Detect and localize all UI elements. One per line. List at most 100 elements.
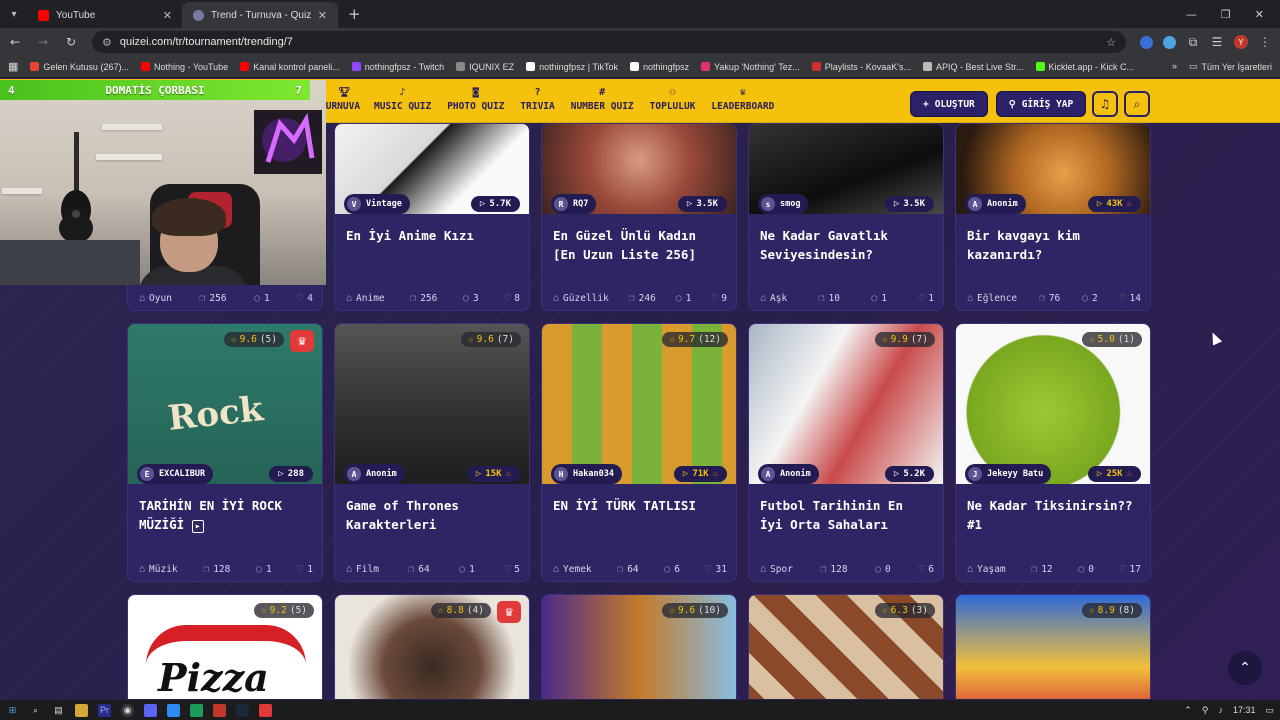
- quiz-card[interactable]: ☆ 9.6 (7) A Anonim ▷ 15K ♨ Game of Thron…: [334, 323, 530, 582]
- quiz-card[interactable]: ☆ 9.6 (5) ♛ Rock E EXCALIBUR ▷ 288 TARİHİN…: [127, 323, 323, 582]
- bookmark-star-icon[interactable]: ☆: [1106, 36, 1116, 49]
- tray-chevron-icon[interactable]: ⌃: [1184, 705, 1192, 716]
- quiz-title[interactable]: Game of Thrones Karakterleri: [346, 496, 518, 534]
- restore-icon[interactable]: ❐: [1221, 8, 1231, 21]
- quiz-card[interactable]: ☆ 9.2 (5) Pizza: [127, 594, 323, 699]
- likes-count[interactable]: ♡ 17: [1119, 564, 1140, 575]
- quiz-card[interactable]: ☆ 9.7 (12) H Hakan034 ▷ 71K ♨ EN İYİ TÜR…: [541, 323, 737, 582]
- likes-count[interactable]: ♡ 14: [1119, 293, 1140, 304]
- quiz-title[interactable]: Futbol Tarihinin En İyi Orta Sahaları: [760, 496, 932, 534]
- search-icon[interactable]: ⌕: [1124, 91, 1150, 117]
- quiz-title[interactable]: TARİHİN EN İYİ ROCK MÜZİĞİ ▸: [139, 496, 311, 536]
- category-tag[interactable]: ⌂ Yemek: [553, 564, 592, 575]
- category-tag[interactable]: ⌂ Eğlence: [967, 293, 1017, 304]
- author-chip[interactable]: E EXCALIBUR: [137, 464, 214, 484]
- task-view-icon[interactable]: ▤: [52, 704, 65, 717]
- author-chip[interactable]: J Jekeyy Batu: [965, 464, 1052, 484]
- quiz-title[interactable]: En Güzel Ünlü Kadın [En Uzun Liste 256]: [553, 226, 725, 264]
- category-tag[interactable]: ⌂ Film: [346, 564, 379, 575]
- nav-link-photo-quiz[interactable]: ◙ PHOTO QUIZ: [439, 87, 512, 112]
- quiz-card[interactable]: s smog ▷ 3.5K Ne Kadar Gavatlık Seviyesi…: [748, 123, 944, 311]
- bookmark-item[interactable]: Playlists - KovaaK's...: [811, 62, 911, 72]
- author-chip[interactable]: R RQ7: [551, 194, 597, 214]
- notifications-bell-icon[interactable]: ♫: [1092, 91, 1118, 117]
- bookmark-item[interactable]: Kicklet.app - Kick C...: [1035, 62, 1134, 72]
- app-icon[interactable]: [190, 703, 203, 717]
- likes-count[interactable]: ♡ 1: [918, 293, 934, 304]
- category-tag[interactable]: ⌂ Spor: [760, 564, 793, 575]
- quiz-title[interactable]: EN İYİ TÜRK TATLISI: [553, 496, 725, 515]
- quiz-title[interactable]: Bir kavgayı kim kazanırdı?: [967, 226, 1139, 264]
- extension-icon[interactable]: [1163, 35, 1176, 49]
- more-bookmarks-icon[interactable]: »: [1172, 61, 1177, 72]
- create-button[interactable]: + OLUŞTUR: [910, 91, 988, 117]
- category-tag[interactable]: ⌂ Müzik: [139, 564, 178, 575]
- bookmark-item[interactable]: Yakup 'Nothing' Tez...: [701, 62, 800, 72]
- reload-icon[interactable]: ↻: [64, 35, 78, 49]
- file-explorer-icon[interactable]: [75, 703, 88, 717]
- author-chip[interactable]: A Anonim: [344, 464, 405, 484]
- nav-link-number-quiz[interactable]: # NUMBER QUIZ: [563, 87, 642, 112]
- bookmark-item[interactable]: IQUNIX EZ: [456, 62, 514, 72]
- nav-link-trivia[interactable]: ? TRIVIA: [512, 87, 562, 112]
- likes-count[interactable]: ♡ 4: [297, 293, 313, 304]
- category-tag[interactable]: ⌂ Anime: [346, 293, 385, 304]
- login-button[interactable]: ⚲ GİRİŞ YAP: [995, 91, 1087, 117]
- clock[interactable]: 17:31: [1233, 705, 1256, 715]
- author-chip[interactable]: s smog: [758, 194, 809, 214]
- quiz-card[interactable]: ☆ 8.9 (8): [955, 594, 1151, 699]
- network-icon[interactable]: ⚲: [1202, 705, 1209, 716]
- bookmark-item[interactable]: Nothing - YouTube: [140, 62, 228, 72]
- back-icon[interactable]: ←: [8, 35, 22, 49]
- close-tab-icon[interactable]: ✕: [163, 9, 172, 22]
- quiz-card[interactable]: A Anonim ▷ 43K ♨ Bir kavgayı kim kazanır…: [955, 123, 1151, 311]
- category-tag[interactable]: ⌂ Güzellik: [553, 293, 609, 304]
- quiz-title[interactable]: Ne Kadar Gavatlık Seviyesindesin?: [760, 226, 932, 264]
- forward-icon[interactable]: →: [36, 35, 50, 49]
- steam-icon[interactable]: [236, 703, 249, 717]
- author-chip[interactable]: V Vintage: [344, 194, 410, 214]
- nav-link-leaderboard[interactable]: ♛ LEADERBOARD: [703, 87, 782, 112]
- likes-count[interactable]: ♡ 1: [297, 564, 313, 575]
- browser-tab-quizei[interactable]: Trend - Turnuva - Quizei ✕: [183, 2, 338, 28]
- windows-start-icon[interactable]: ⊞: [6, 704, 19, 717]
- close-tab-icon[interactable]: ✕: [318, 9, 327, 22]
- author-chip[interactable]: A Anonim: [758, 464, 819, 484]
- quiz-card[interactable]: ☆ 9.9 (7) A Anonim ▷ 5.2K Futbol Tarihin…: [748, 323, 944, 582]
- likes-count[interactable]: ♡ 31: [705, 564, 726, 575]
- volume-icon[interactable]: ♪: [1218, 705, 1223, 715]
- quiz-card[interactable]: V Vintage ▷ 5.7K En İyi Anime Kızı ⌂ Anim…: [334, 123, 530, 311]
- author-chip[interactable]: H Hakan034: [551, 464, 622, 484]
- likes-count[interactable]: ♡ 5: [504, 564, 520, 575]
- app-icon[interactable]: [213, 703, 226, 717]
- profile-avatar[interactable]: Y: [1234, 35, 1248, 49]
- all-bookmarks-folder[interactable]: ▭ Tüm Yer İşaretleri: [1189, 61, 1272, 72]
- new-tab-icon[interactable]: +: [348, 5, 361, 23]
- nav-link-music-quiz[interactable]: ♪ MUSIC QUIZ: [366, 87, 439, 112]
- category-tag[interactable]: ⌂ Oyun: [139, 293, 172, 304]
- puzzle-extensions-icon[interactable]: ⧉: [1186, 35, 1200, 50]
- bookmark-item[interactable]: Gelen Kutusu (267)...: [30, 62, 129, 72]
- tab-search-icon[interactable]: ▾: [0, 0, 28, 28]
- quiz-card[interactable]: ☆ 9.6 (10): [541, 594, 737, 699]
- bookmark-item[interactable]: nothingfpsz: [630, 62, 689, 72]
- discord-icon[interactable]: [144, 703, 157, 717]
- address-bar[interactable]: ⚙ quizei.com/tr/tournament/trending/7 ☆: [92, 31, 1126, 53]
- quiz-card[interactable]: ☆ 6.3 (3): [748, 594, 944, 699]
- tab-list-icon[interactable]: ☰: [1210, 35, 1224, 49]
- minimize-icon[interactable]: —: [1186, 8, 1197, 21]
- search-icon[interactable]: ⌕: [29, 704, 42, 717]
- chrome-icon[interactable]: ◉: [121, 703, 134, 717]
- app-icon[interactable]: [167, 703, 180, 717]
- bookmark-item[interactable]: APIQ - Best Live Str...: [923, 62, 1024, 72]
- apps-grid-icon[interactable]: ▦: [8, 60, 18, 73]
- more-menu-icon[interactable]: ⋮: [1258, 35, 1272, 49]
- bookmark-item[interactable]: Kanal kontrol paneli...: [240, 62, 340, 72]
- quiz-title[interactable]: Ne Kadar Tiksinirsin?? #1: [967, 496, 1139, 534]
- category-tag[interactable]: ⌂ Aşk: [760, 293, 787, 304]
- nav-link-topluluk[interactable]: ⚇ TOPLULUK: [642, 87, 704, 112]
- premiere-icon[interactable]: Pr: [98, 703, 111, 717]
- quiz-card[interactable]: R RQ7 ▷ 3.5K En Güzel Ünlü Kadın [En Uzu…: [541, 123, 737, 311]
- browser-tab-youtube[interactable]: YouTube ✕: [28, 2, 183, 28]
- close-window-icon[interactable]: ✕: [1255, 8, 1264, 21]
